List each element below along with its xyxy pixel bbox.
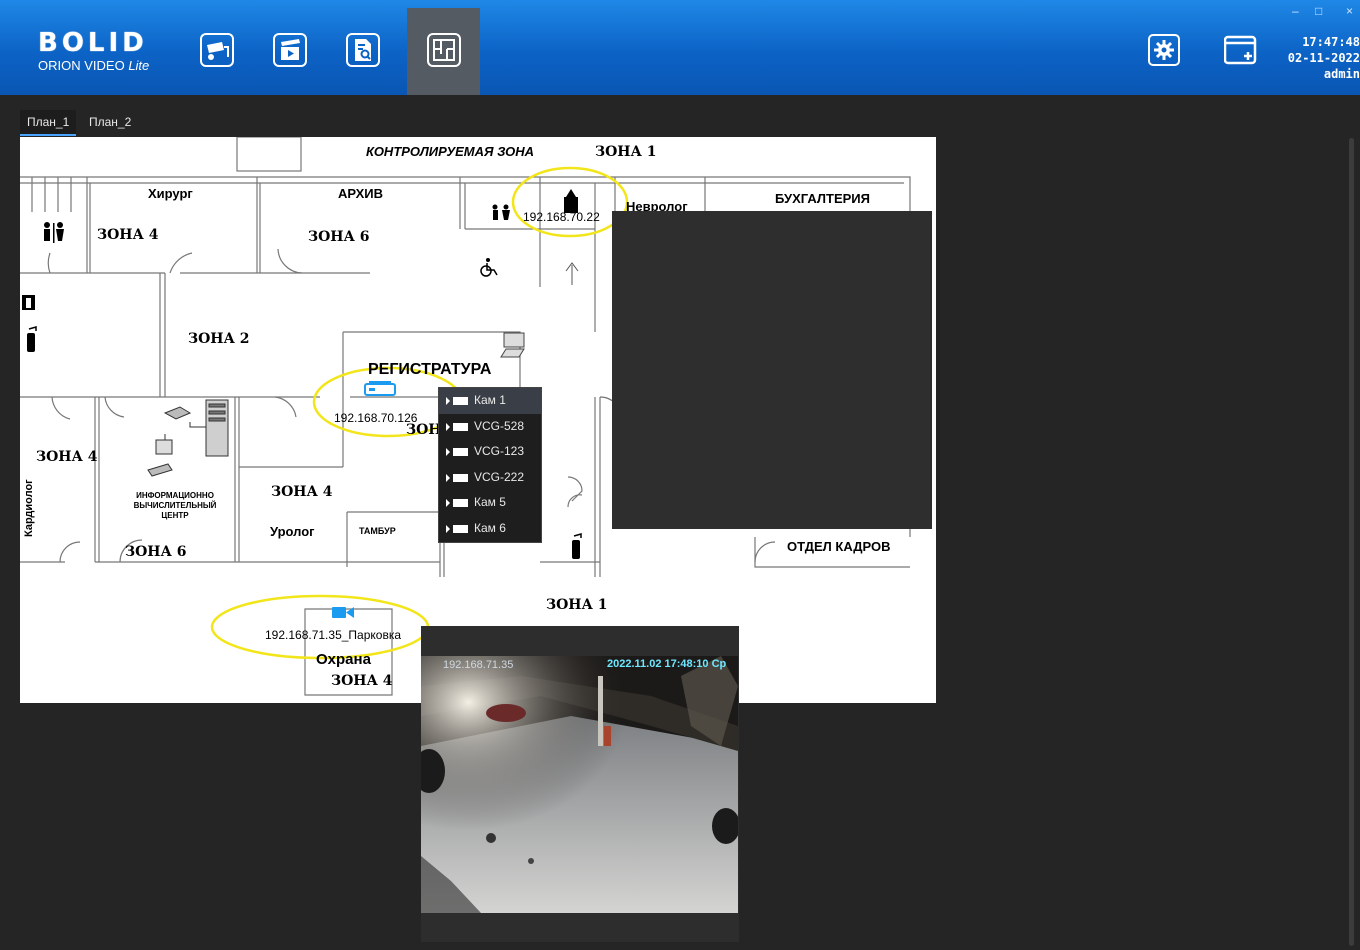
settings-button[interactable]	[1148, 34, 1180, 66]
window-controls: – □ ×	[1288, 0, 1360, 20]
tab-plan-2[interactable]: План_2	[82, 110, 138, 134]
add-window-button[interactable]	[1223, 34, 1257, 66]
device-ip-70-126[interactable]: 192.168.70.126	[334, 411, 417, 425]
room-surgeon-label: Хирург	[148, 186, 193, 201]
clock-panel: 17:47:48 02-11-2022 admin	[1283, 34, 1360, 82]
camera-icon	[446, 473, 468, 482]
camera-menu-item[interactable]: Кам 1	[439, 388, 541, 414]
camera-icon	[446, 524, 468, 533]
search-nav-button[interactable]	[326, 8, 399, 95]
camera-icon	[446, 422, 468, 431]
zone-1-bottom-label: ЗОНА 1	[546, 597, 608, 613]
camera-icon	[446, 499, 468, 507]
user-name: admin	[1323, 67, 1360, 81]
cctv-icon	[200, 33, 234, 67]
device-ip-70-22[interactable]: 192.168.70.22	[523, 210, 600, 224]
zone-6-top-label: ЗОНА 6	[308, 229, 370, 245]
zone-4-guard-label: ЗОНА 4	[331, 673, 393, 689]
room-cardiologist-label: Кардиолог	[23, 479, 35, 537]
clock-date: 02-11-2022	[1287, 51, 1360, 65]
document-search-icon	[346, 33, 380, 67]
logo-product: ORION VIDEO Lite	[38, 58, 150, 73]
close-button[interactable]: ×	[1346, 4, 1353, 18]
room-archive-label: АРХИВ	[338, 186, 383, 201]
clapperboard-icon	[273, 33, 307, 67]
maximize-button[interactable]: □	[1315, 4, 1322, 18]
camera-menu-item[interactable]: VCG-123	[439, 439, 541, 465]
camera-icon	[446, 448, 468, 456]
logo-word: BOLID	[38, 28, 148, 58]
camera-menu: Кам 1 VCG-528 VCG-123 VCG-222 Кам 5 Кам …	[438, 387, 542, 543]
add-window-icon	[1223, 35, 1257, 65]
top-toolbar: BOLID ORION VIDEO Lite – □ × 17:47:48 02…	[0, 0, 1360, 95]
zone-2-label: ЗОНА 2	[188, 331, 250, 347]
minimize-button[interactable]: –	[1292, 4, 1299, 18]
camera-menu-item[interactable]: VCG-528	[439, 414, 541, 440]
room-registry-label: РЕГИСТРАТУРА	[368, 361, 492, 378]
cameras-nav-button[interactable]	[180, 8, 253, 95]
camera-menu-item[interactable]: VCG-222	[439, 465, 541, 491]
camera-menu-item[interactable]: Кам 5	[439, 490, 541, 516]
room-urologist-label: Уролог	[270, 524, 315, 539]
zone-4-left-label: ЗОНА 4	[97, 227, 159, 243]
vertical-scrollbar[interactable]	[1349, 138, 1354, 946]
zone-6-bottom-label: ЗОНА 6	[125, 544, 187, 560]
archive-nav-button[interactable]	[253, 8, 326, 95]
camera-menu-item[interactable]: Кам 6	[439, 516, 541, 542]
video-preview[interactable]: 192.168.71.35 2022.11.02 17:48:10 Ср	[421, 626, 739, 942]
plan-title: КОНТРОЛИРУЕМАЯ ЗОНА	[366, 144, 535, 159]
gear-icon	[1148, 34, 1180, 66]
video-ip-overlay: 192.168.71.35	[443, 659, 514, 671]
zone-4-mid-label: ЗОНА 4	[36, 449, 98, 465]
plans-nav-button[interactable]	[407, 8, 480, 95]
room-accounting-label: БУХГАЛТЕРИЯ	[775, 191, 870, 206]
video-timestamp-overlay: 2022.11.02 17:48:10 Ср	[607, 658, 727, 670]
zone-1-top-label: ЗОНА 1	[595, 144, 657, 160]
camera-icon	[446, 397, 468, 405]
room-it-center-label: ИНФОРМАЦИОННО ВЫЧИСЛИТЕЛЬНЫЙ ЦЕНТР	[133, 491, 217, 520]
zone-4-lower-label: ЗОНА 4	[271, 484, 333, 500]
bolid-logo: BOLID ORION VIDEO Lite	[38, 30, 158, 78]
room-vestibule-label: ТАМБУР	[359, 526, 396, 536]
floor-plan-icon	[427, 33, 461, 67]
room-security-label: Охрана	[316, 651, 371, 668]
room-hr-label: ОТДЕЛ КАДРОВ	[787, 539, 891, 554]
video-frame	[421, 656, 738, 913]
tab-plan-1[interactable]: План_1	[20, 110, 77, 136]
empty-video-panel	[612, 211, 932, 529]
device-ip-71-35[interactable]: 192.168.71.35_Парковка	[265, 628, 401, 642]
clock-time: 17:47:48	[1302, 35, 1360, 49]
